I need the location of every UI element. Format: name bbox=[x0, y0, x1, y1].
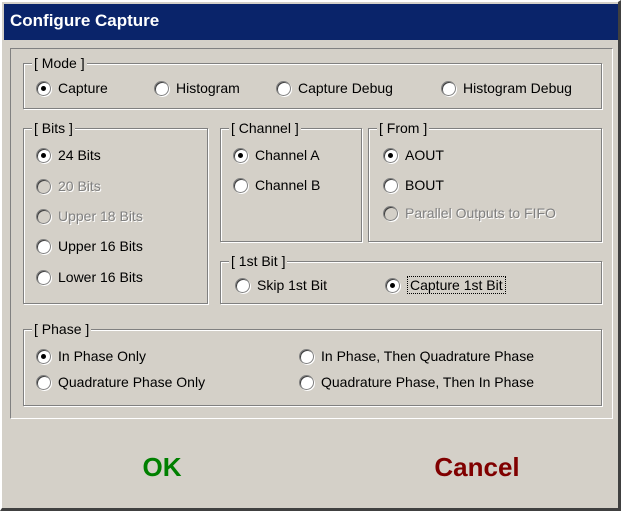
mode-capture-debug-radio[interactable]: Capture Debug bbox=[276, 78, 393, 98]
skip-first-bit-radio[interactable]: Skip 1st Bit bbox=[235, 275, 327, 295]
bits-24-radio[interactable]: 24 Bits bbox=[36, 145, 101, 165]
radio-icon bbox=[441, 80, 456, 96]
radio-icon bbox=[36, 269, 51, 285]
from-group: [ From ] AOUT BOUT Parallel Outputs to F… bbox=[368, 119, 602, 242]
phase-group: [ Phase ] In Phase Only Quadrature Phase… bbox=[23, 320, 602, 406]
radio-icon bbox=[299, 348, 314, 364]
radio-icon bbox=[36, 208, 51, 224]
configure-capture-dialog: Configure Capture [ Mode ] Capture Histo… bbox=[0, 0, 621, 511]
radio-icon bbox=[276, 80, 291, 96]
radio-selected-icon bbox=[233, 147, 248, 163]
mode-histogram-radio[interactable]: Histogram bbox=[154, 78, 240, 98]
first-bit-group: [ 1st Bit ] Skip 1st Bit Capture 1st Bit bbox=[220, 252, 602, 304]
from-parallel-fifo-radio: Parallel Outputs to FIFO bbox=[383, 203, 556, 223]
mode-capture-radio[interactable]: Capture bbox=[36, 78, 108, 98]
mode-group: [ Mode ] Capture Histogram Capture Debug… bbox=[23, 54, 602, 109]
title-bar: Configure Capture bbox=[4, 4, 618, 40]
radio-icon bbox=[233, 177, 248, 193]
radio-icon bbox=[299, 374, 314, 390]
in-phase-only-radio[interactable]: In Phase Only bbox=[36, 346, 146, 366]
mode-legend: [ Mode ] bbox=[32, 54, 87, 72]
radio-icon bbox=[36, 374, 51, 390]
radio-icon bbox=[36, 238, 51, 254]
bits-20-radio: 20 Bits bbox=[36, 176, 101, 196]
options-panel: [ Mode ] Capture Histogram Capture Debug… bbox=[10, 48, 613, 419]
radio-icon bbox=[383, 177, 398, 193]
first-bit-legend: [ 1st Bit ] bbox=[229, 252, 288, 270]
mode-histogram-debug-radio[interactable]: Histogram Debug bbox=[441, 78, 572, 98]
channel-legend: [ Channel ] bbox=[229, 119, 301, 137]
channel-group: [ Channel ] Channel A Channel B bbox=[220, 119, 362, 242]
from-legend: [ From ] bbox=[377, 119, 430, 137]
radio-icon bbox=[383, 205, 398, 221]
from-bout-radio[interactable]: BOUT bbox=[383, 175, 444, 195]
radio-selected-icon bbox=[385, 277, 400, 293]
bits-legend: [ Bits ] bbox=[32, 119, 75, 137]
ok-button[interactable]: OK bbox=[112, 452, 212, 483]
bits-lower-16-radio[interactable]: Lower 16 Bits bbox=[36, 267, 143, 287]
radio-selected-icon bbox=[383, 147, 398, 163]
phase-legend: [ Phase ] bbox=[32, 320, 92, 338]
channel-a-radio[interactable]: Channel A bbox=[233, 145, 320, 165]
radio-selected-icon bbox=[36, 80, 51, 96]
radio-icon bbox=[154, 80, 169, 96]
channel-b-radio[interactable]: Channel B bbox=[233, 175, 320, 195]
bits-upper-16-radio[interactable]: Upper 16 Bits bbox=[36, 236, 143, 256]
radio-icon bbox=[36, 178, 51, 194]
quadrature-phase-only-radio[interactable]: Quadrature Phase Only bbox=[36, 372, 205, 392]
bits-group: [ Bits ] 24 Bits 20 Bits Upper 18 Bits U… bbox=[23, 119, 208, 304]
from-aout-radio[interactable]: AOUT bbox=[383, 145, 444, 165]
radio-icon bbox=[235, 277, 250, 293]
quadrature-then-in-radio[interactable]: Quadrature Phase, Then In Phase bbox=[299, 372, 534, 392]
in-then-quadrature-radio[interactable]: In Phase, Then Quadrature Phase bbox=[299, 346, 534, 366]
bits-upper-18-radio: Upper 18 Bits bbox=[36, 206, 143, 226]
cancel-button[interactable]: Cancel bbox=[407, 452, 547, 483]
radio-selected-icon bbox=[36, 147, 51, 163]
capture-first-bit-radio[interactable]: Capture 1st Bit bbox=[385, 275, 506, 295]
radio-selected-icon bbox=[36, 348, 51, 364]
